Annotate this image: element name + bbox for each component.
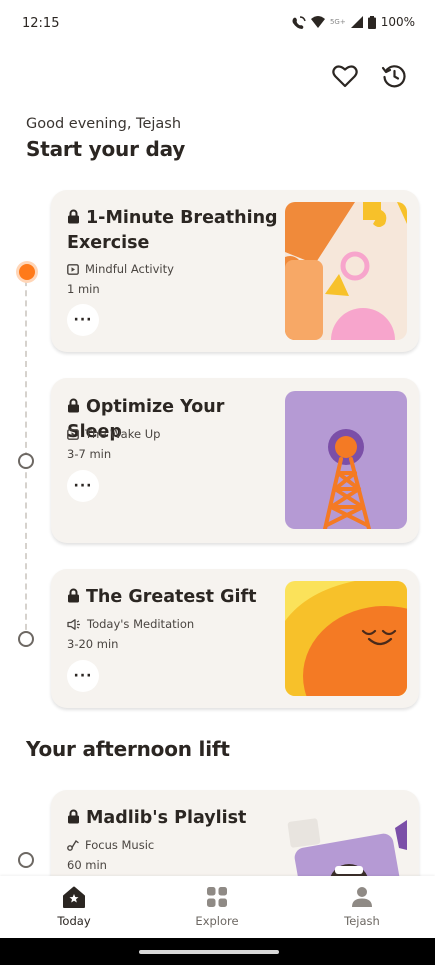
wifi-call-icon: [292, 15, 306, 29]
section-title-afternoon: Your afternoon lift: [26, 737, 230, 761]
battery-icon: [367, 15, 376, 29]
card-title: The Greatest Gift: [67, 585, 282, 610]
status-icons: 5G+ 100%: [291, 15, 415, 29]
nav-tab-profile[interactable]: Tejash: [317, 886, 407, 928]
card-category: Focus Music: [67, 838, 154, 852]
card-duration: 60 min: [67, 858, 107, 872]
favorites-button[interactable]: [329, 60, 361, 92]
activity-card-breathing[interactable]: 1-Minute Breathing Exercise Mindful Acti…: [51, 190, 419, 352]
network-type: 5G+: [329, 18, 346, 26]
timeline-dot: [18, 453, 34, 469]
home-indicator[interactable]: [139, 950, 279, 954]
card-duration: 3-20 min: [67, 637, 119, 651]
more-options-button[interactable]: ···: [67, 660, 99, 692]
speaker-icon: [67, 618, 80, 630]
profile-icon: [352, 887, 372, 907]
lock-icon: [68, 398, 79, 413]
card-artwork: [285, 391, 407, 529]
play-square-icon: [67, 428, 79, 440]
lock-icon: [68, 809, 79, 824]
play-square-icon: [67, 263, 79, 275]
timeline-dot: [18, 631, 34, 647]
battery-percent: 100%: [380, 15, 415, 29]
home-icon: [63, 886, 85, 908]
today-screen: 12:15 5G+ 100% Good evening, Tejash Star…: [0, 0, 435, 938]
timeline-dot-active: [19, 264, 35, 280]
card-duration: 1 min: [67, 282, 100, 296]
more-options-button[interactable]: ···: [67, 304, 99, 336]
nav-tab-today[interactable]: Today: [29, 886, 119, 928]
card-artwork: [285, 202, 407, 340]
music-note-icon: [67, 839, 79, 851]
heart-icon: [332, 65, 358, 88]
card-title: 1-Minute Breathing Exercise: [67, 208, 278, 253]
card-category: Today's Meditation: [67, 617, 194, 631]
activity-card-meditation[interactable]: The Greatest Gift Today's Meditation 3-2…: [51, 569, 419, 708]
grid-icon: [207, 887, 227, 907]
bottom-navigation: Today Explore Tejash: [0, 876, 435, 938]
card-duration: 3-7 min: [67, 447, 112, 461]
greeting-text: Good evening, Tejash: [26, 116, 182, 132]
card-title: Madlib's Playlist: [67, 806, 282, 831]
lock-icon: [68, 588, 79, 603]
nav-tab-explore[interactable]: Explore: [172, 886, 262, 928]
history-button[interactable]: [378, 60, 410, 92]
lock-icon: [68, 209, 79, 224]
card-category: Mindful Activity: [67, 262, 174, 276]
activity-card-sleep[interactable]: Optimize Your Sleep The Wake Up 3-7 min …: [51, 378, 419, 543]
timeline-dot: [18, 852, 34, 868]
section-title-start: Start your day: [26, 137, 186, 161]
card-artwork: [285, 581, 407, 696]
history-icon: [381, 65, 406, 88]
status-time: 12:15: [22, 16, 60, 31]
signal-icon: [350, 16, 363, 28]
card-category: The Wake Up: [67, 427, 160, 441]
more-options-button[interactable]: ···: [67, 470, 99, 502]
wifi-icon: [310, 16, 325, 28]
status-bar: 12:15 5G+ 100%: [0, 0, 435, 48]
